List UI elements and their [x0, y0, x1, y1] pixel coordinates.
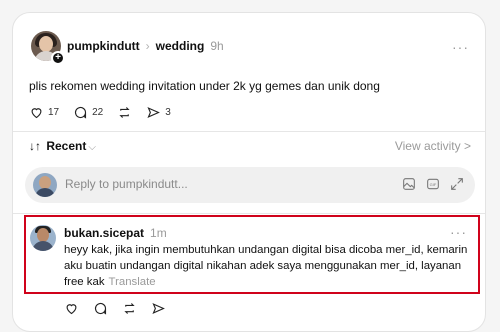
- reply-attachments: GIF: [401, 176, 465, 192]
- heart-icon: [31, 108, 42, 119]
- commenter-username[interactable]: bukan.sicepat: [64, 226, 144, 240]
- post-header: pumpkindutt › wedding 9h: [67, 39, 224, 53]
- reply-box: GIF: [25, 167, 475, 203]
- post-text: plis rekomen wedding invitation under 2k…: [29, 79, 380, 93]
- comment-button[interactable]: 22: [73, 105, 103, 120]
- like-button[interactable]: 17: [29, 105, 59, 120]
- post-more-icon[interactable]: ···: [452, 39, 469, 55]
- comment-actions: [64, 301, 166, 316]
- sort-label: Recent: [46, 139, 87, 153]
- comment-count: 22: [92, 107, 104, 118]
- expand-icon[interactable]: [449, 176, 465, 192]
- follow-plus-icon[interactable]: +: [51, 51, 65, 65]
- chevron-down-icon: ⌵: [88, 142, 96, 153]
- sort-arrows-icon: ↓↑: [29, 139, 41, 153]
- comment-icon[interactable]: [93, 301, 108, 316]
- repost-icon[interactable]: [122, 301, 137, 316]
- commenter-avatar[interactable]: [30, 225, 56, 251]
- author-username[interactable]: pumpkindutt: [67, 39, 140, 53]
- share-count: 3: [165, 107, 171, 118]
- comment-more-icon[interactable]: ···: [450, 224, 467, 240]
- topic-tag[interactable]: wedding: [156, 39, 205, 53]
- translate-link[interactable]: Translate: [109, 276, 156, 288]
- reply-input[interactable]: [65, 177, 345, 191]
- like-count: 17: [48, 107, 60, 118]
- post-actions: 17 22 3: [29, 105, 185, 120]
- view-activity-link[interactable]: View activity >: [395, 139, 471, 153]
- heart-icon[interactable]: [64, 301, 79, 316]
- sort-dropdown[interactable]: ↓↑ Recent ⌵: [29, 139, 96, 153]
- svg-text:GIF: GIF: [430, 182, 437, 187]
- share-button[interactable]: 3: [146, 105, 171, 120]
- repost-button[interactable]: [117, 105, 132, 120]
- repost-icon: [119, 107, 130, 118]
- comment-text: heyy kak, jika ingin membutuhkan undanga…: [64, 242, 474, 290]
- image-icon[interactable]: [401, 176, 417, 192]
- comment-icon: [75, 106, 87, 119]
- comment-header: bukan.sicepat 1m: [64, 226, 167, 240]
- current-user-avatar: [33, 173, 57, 197]
- divider: [13, 131, 485, 132]
- sort-row: ↓↑ Recent ⌵ View activity >: [29, 139, 471, 153]
- share-icon: [147, 107, 161, 118]
- share-icon[interactable]: [151, 301, 166, 316]
- chevron-right-icon: ›: [145, 39, 150, 53]
- divider: [13, 213, 485, 214]
- gif-icon[interactable]: GIF: [425, 176, 441, 192]
- post-time: 9h: [210, 39, 224, 53]
- comment-time: 1m: [150, 226, 167, 240]
